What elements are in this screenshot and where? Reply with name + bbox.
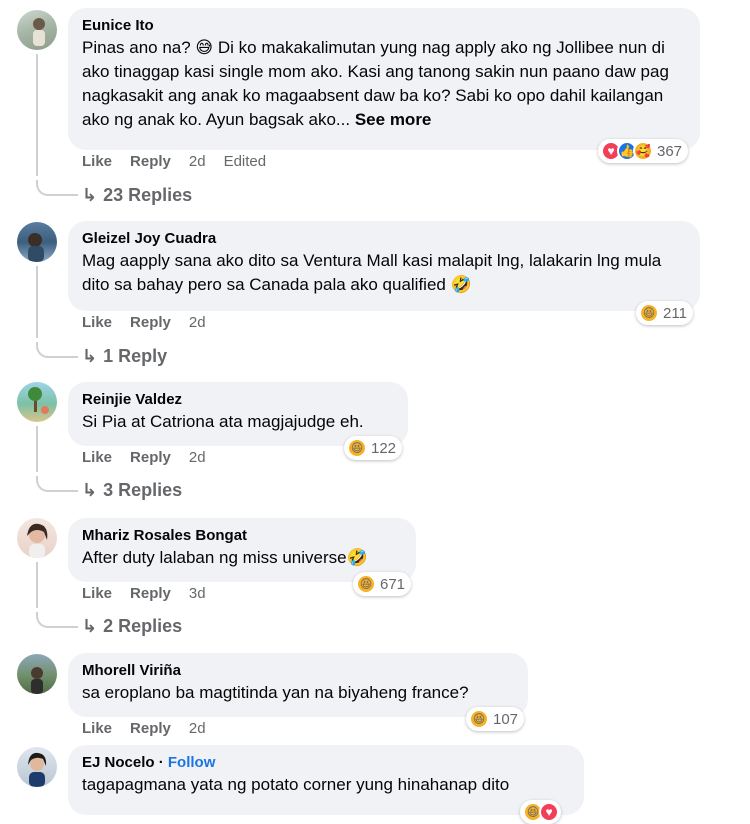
reply-button[interactable]: Reply bbox=[130, 314, 171, 332]
comment-bubble: EJ Nocelo · Follow tagapagmana yata ng p… bbox=[68, 745, 584, 815]
reply-arrow-icon: ↳ bbox=[82, 185, 98, 205]
comment-time[interactable]: 2d bbox=[189, 449, 206, 467]
comment-bubble: Gleizel Joy Cuadra Mag aapply sana ako d… bbox=[68, 221, 700, 311]
view-replies-link[interactable]: ↳ 23 Replies bbox=[82, 184, 192, 206]
comment-text: tagapagmana yata ng potato corner yung h… bbox=[82, 775, 510, 794]
reply-button[interactable]: Reply bbox=[130, 720, 171, 738]
reaction-count: 367 bbox=[657, 142, 683, 160]
avatar[interactable] bbox=[17, 222, 57, 262]
comment-bubble: Mhorell Viriña sa eroplano ba magtitinda… bbox=[68, 653, 528, 717]
reply-arrow-icon: ↳ bbox=[82, 480, 98, 500]
reaction-count: 671 bbox=[380, 575, 406, 593]
reply-button[interactable]: Reply bbox=[130, 585, 171, 603]
reaction-summary[interactable]: 😆 ♥ bbox=[520, 800, 561, 824]
reply-button[interactable]: Reply bbox=[130, 449, 171, 467]
reaction-count: 211 bbox=[663, 304, 687, 322]
comment-author[interactable]: Gleizel Joy Cuadra bbox=[82, 229, 686, 249]
reaction-summary[interactable]: 😆 671 bbox=[353, 572, 412, 596]
avatar[interactable] bbox=[17, 518, 57, 558]
view-replies-link[interactable]: ↳ 1 Reply bbox=[82, 345, 167, 367]
heart-icon: ♥ bbox=[539, 802, 559, 822]
comment-actions: Like Reply 2d bbox=[82, 314, 224, 332]
like-button[interactable]: Like bbox=[82, 153, 112, 171]
haha-icon: 😆 bbox=[469, 709, 489, 729]
haha-icon: 😆 bbox=[639, 303, 659, 323]
reaction-count: 107 bbox=[493, 710, 519, 728]
reply-button[interactable]: Reply bbox=[130, 153, 171, 171]
reaction-summary[interactable]: ♥ 👍 🥰 367 bbox=[598, 139, 689, 163]
like-button[interactable]: Like bbox=[82, 585, 112, 603]
comment-author[interactable]: Reinjie Valdez bbox=[82, 390, 394, 410]
edited-label: Edited bbox=[223, 153, 267, 170]
separator-dot: · bbox=[158, 754, 164, 771]
comment-actions: Like Reply 2d bbox=[82, 449, 224, 467]
comment-bubble: Eunice Ito Pinas ano na? 😅 Di ko makakal… bbox=[68, 8, 700, 150]
like-button[interactable]: Like bbox=[82, 449, 112, 467]
comment-time[interactable]: 2d bbox=[189, 720, 206, 738]
avatar[interactable] bbox=[17, 382, 57, 422]
avatar[interactable] bbox=[17, 10, 57, 50]
care-icon: 🥰 bbox=[633, 141, 653, 161]
comment-text: After duty lalaban ng miss universe🤣 bbox=[82, 548, 368, 567]
comment-time[interactable]: 2d bbox=[189, 314, 206, 332]
comment-time[interactable]: 2d bbox=[189, 153, 206, 171]
comment-time[interactable]: 3d bbox=[189, 585, 206, 603]
follow-button[interactable]: Follow bbox=[168, 754, 216, 771]
comment-text: Si Pia at Catriona ata magjajudge eh. bbox=[82, 412, 364, 431]
comment-author[interactable]: Eunice Ito bbox=[82, 16, 686, 36]
avatar[interactable] bbox=[17, 654, 57, 694]
avatar[interactable] bbox=[17, 747, 57, 787]
reaction-summary[interactable]: 😆 122 bbox=[344, 436, 403, 460]
comment-actions: Like Reply 3d bbox=[82, 585, 224, 603]
comment-actions: Like Reply 2d Edited bbox=[82, 153, 284, 171]
like-button[interactable]: Like bbox=[82, 720, 112, 738]
reaction-count: 122 bbox=[371, 439, 397, 457]
haha-icon: 😆 bbox=[356, 574, 376, 594]
reply-arrow-icon: ↳ bbox=[82, 346, 98, 366]
reaction-summary[interactable]: 😆 107 bbox=[466, 707, 525, 731]
see-more-link[interactable]: See more bbox=[355, 110, 432, 129]
reaction-summary[interactable]: 😆 211 bbox=[636, 301, 693, 325]
comment-text: Mag aapply sana ako dito sa Ventura Mall… bbox=[82, 251, 662, 294]
comment-author[interactable]: Mhariz Rosales Bongat bbox=[82, 526, 402, 546]
comment-author[interactable]: Mhorell Viriña bbox=[82, 661, 514, 681]
haha-icon: 😆 bbox=[347, 438, 367, 458]
view-replies-link[interactable]: ↳ 2 Replies bbox=[82, 615, 182, 637]
reply-arrow-icon: ↳ bbox=[82, 616, 98, 636]
comment-actions: Like Reply 2d bbox=[82, 720, 224, 738]
comment-author[interactable]: EJ Nocelo bbox=[82, 754, 155, 771]
like-button[interactable]: Like bbox=[82, 314, 112, 332]
comment-text: sa eroplano ba magtitinda yan na biyahen… bbox=[82, 683, 469, 702]
view-replies-link[interactable]: ↳ 3 Replies bbox=[82, 479, 182, 501]
